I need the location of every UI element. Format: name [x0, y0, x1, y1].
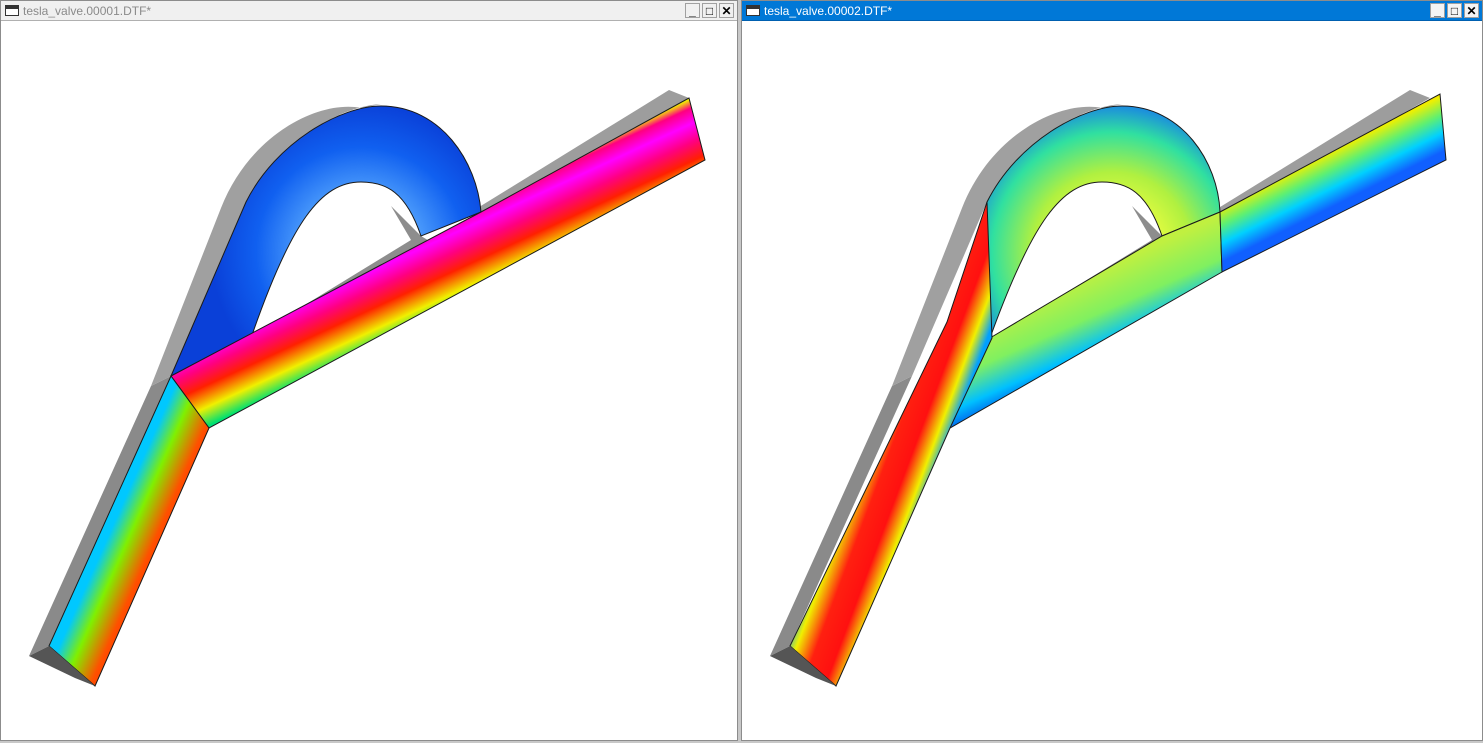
result-window-1[interactable]: tesla_valve.00001.DTF* _ □ ✕	[0, 0, 738, 741]
window-icon[interactable]	[5, 5, 19, 16]
close-button[interactable]: ✕	[1464, 3, 1479, 18]
outlet-channel	[1219, 93, 1447, 273]
window-title-bar[interactable]: tesla_valve.00001.DTF* _ □ ✕	[1, 1, 737, 21]
window-title: tesla_valve.00001.DTF*	[23, 3, 152, 18]
minimize-button[interactable]: _	[1430, 3, 1445, 18]
viewport[interactable]	[742, 22, 1482, 740]
window-title-bar[interactable]: tesla_valve.00002.DTF* _ □ ✕	[742, 1, 1482, 21]
viewport[interactable]	[1, 22, 737, 740]
tesla-valve-contour-plot	[770, 90, 1447, 687]
inlet-channel	[789, 201, 993, 687]
maximize-button[interactable]: □	[702, 3, 717, 18]
close-button[interactable]: ✕	[719, 3, 734, 18]
maximize-button[interactable]: □	[1447, 3, 1462, 18]
minimize-button[interactable]: _	[685, 3, 700, 18]
window-title: tesla_valve.00002.DTF*	[764, 3, 893, 18]
tesla-valve-contour-plot	[29, 90, 706, 687]
result-window-2[interactable]: tesla_valve.00002.DTF* _ □ ✕	[741, 0, 1483, 741]
inlet-channel	[48, 375, 210, 687]
window-icon[interactable]	[746, 5, 760, 16]
